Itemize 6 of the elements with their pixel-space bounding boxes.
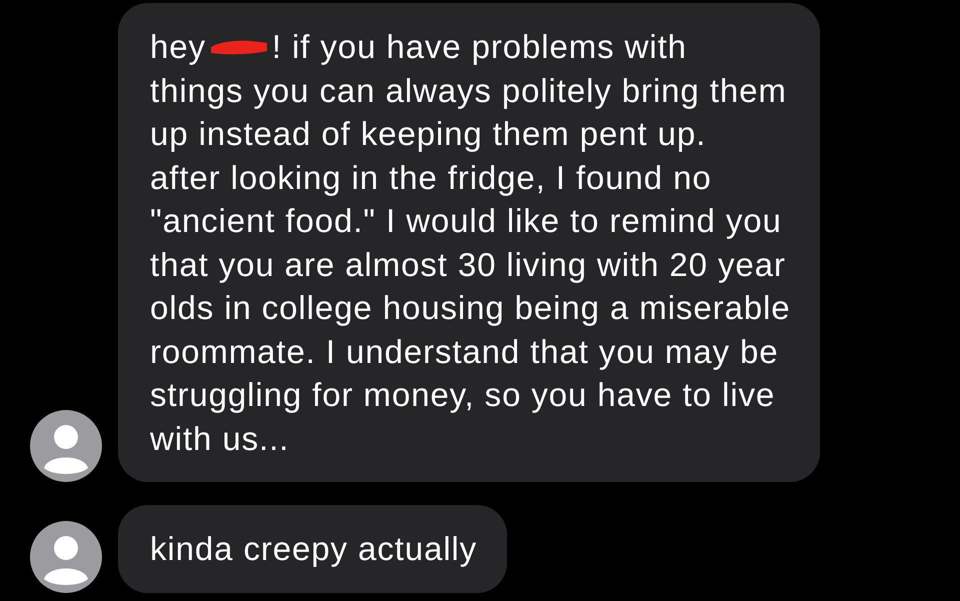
message-text: hey [150,27,206,67]
avatar-icon [30,410,102,482]
avatar-icon [30,520,102,592]
message-text: ! if you have problems with [272,27,687,67]
message-text: things you can always politely bring them up instead of keeping them pent up. after looking in the fridge, I found no "ancient food." I would like to remind you that you are almost 30 living with 20 year olds in college housing being a miserable roommate. I understand that you may be struggling for money, so you have to live with us... [150,70,790,458]
message-text: kinda creepy actually [150,529,478,569]
